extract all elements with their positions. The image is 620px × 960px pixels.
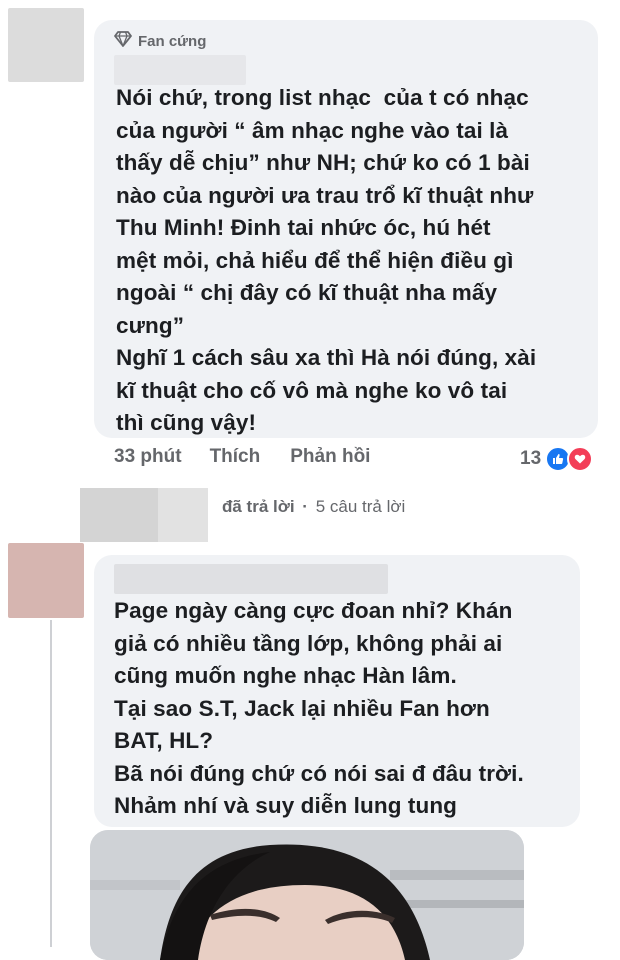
- reply-commenter-avatar[interactable]: [8, 543, 84, 618]
- like-button[interactable]: Thích: [210, 446, 261, 468]
- timestamp[interactable]: 33 phút: [114, 446, 182, 468]
- reply-comment-text: Page ngày càng cực đoan nhỉ? Khán giả có…: [114, 598, 524, 818]
- reply-button[interactable]: Phản hồi: [290, 446, 370, 468]
- separator: ·: [302, 497, 308, 516]
- comment-text: Nói chứ, trong list nhạc của t có nhạc c…: [116, 85, 537, 435]
- fan-badge: Fan cứng: [114, 31, 206, 51]
- badge-label: Fan cứng: [138, 32, 207, 50]
- reply-avatar-block: [80, 488, 158, 542]
- commenter-name[interactable]: [114, 55, 246, 85]
- photo-content: [90, 830, 524, 960]
- reply-count[interactable]: 5 câu trả lời: [316, 497, 406, 516]
- reaction-summary[interactable]: 13: [520, 446, 594, 472]
- commenter-avatar[interactable]: [8, 8, 84, 82]
- reply-commenter-name[interactable]: [114, 564, 388, 594]
- love-icon: [567, 446, 594, 472]
- thread-line: [50, 620, 52, 947]
- reaction-count: 13: [520, 448, 542, 469]
- diamond-icon: [114, 31, 132, 51]
- comment-actions: 33 phút Thích Phản hồi: [114, 446, 370, 468]
- replies-summary[interactable]: đã trả lời · 5 câu trả lời: [222, 497, 405, 517]
- attached-photo[interactable]: [90, 830, 524, 960]
- replied-label: đã trả lời: [222, 497, 295, 516]
